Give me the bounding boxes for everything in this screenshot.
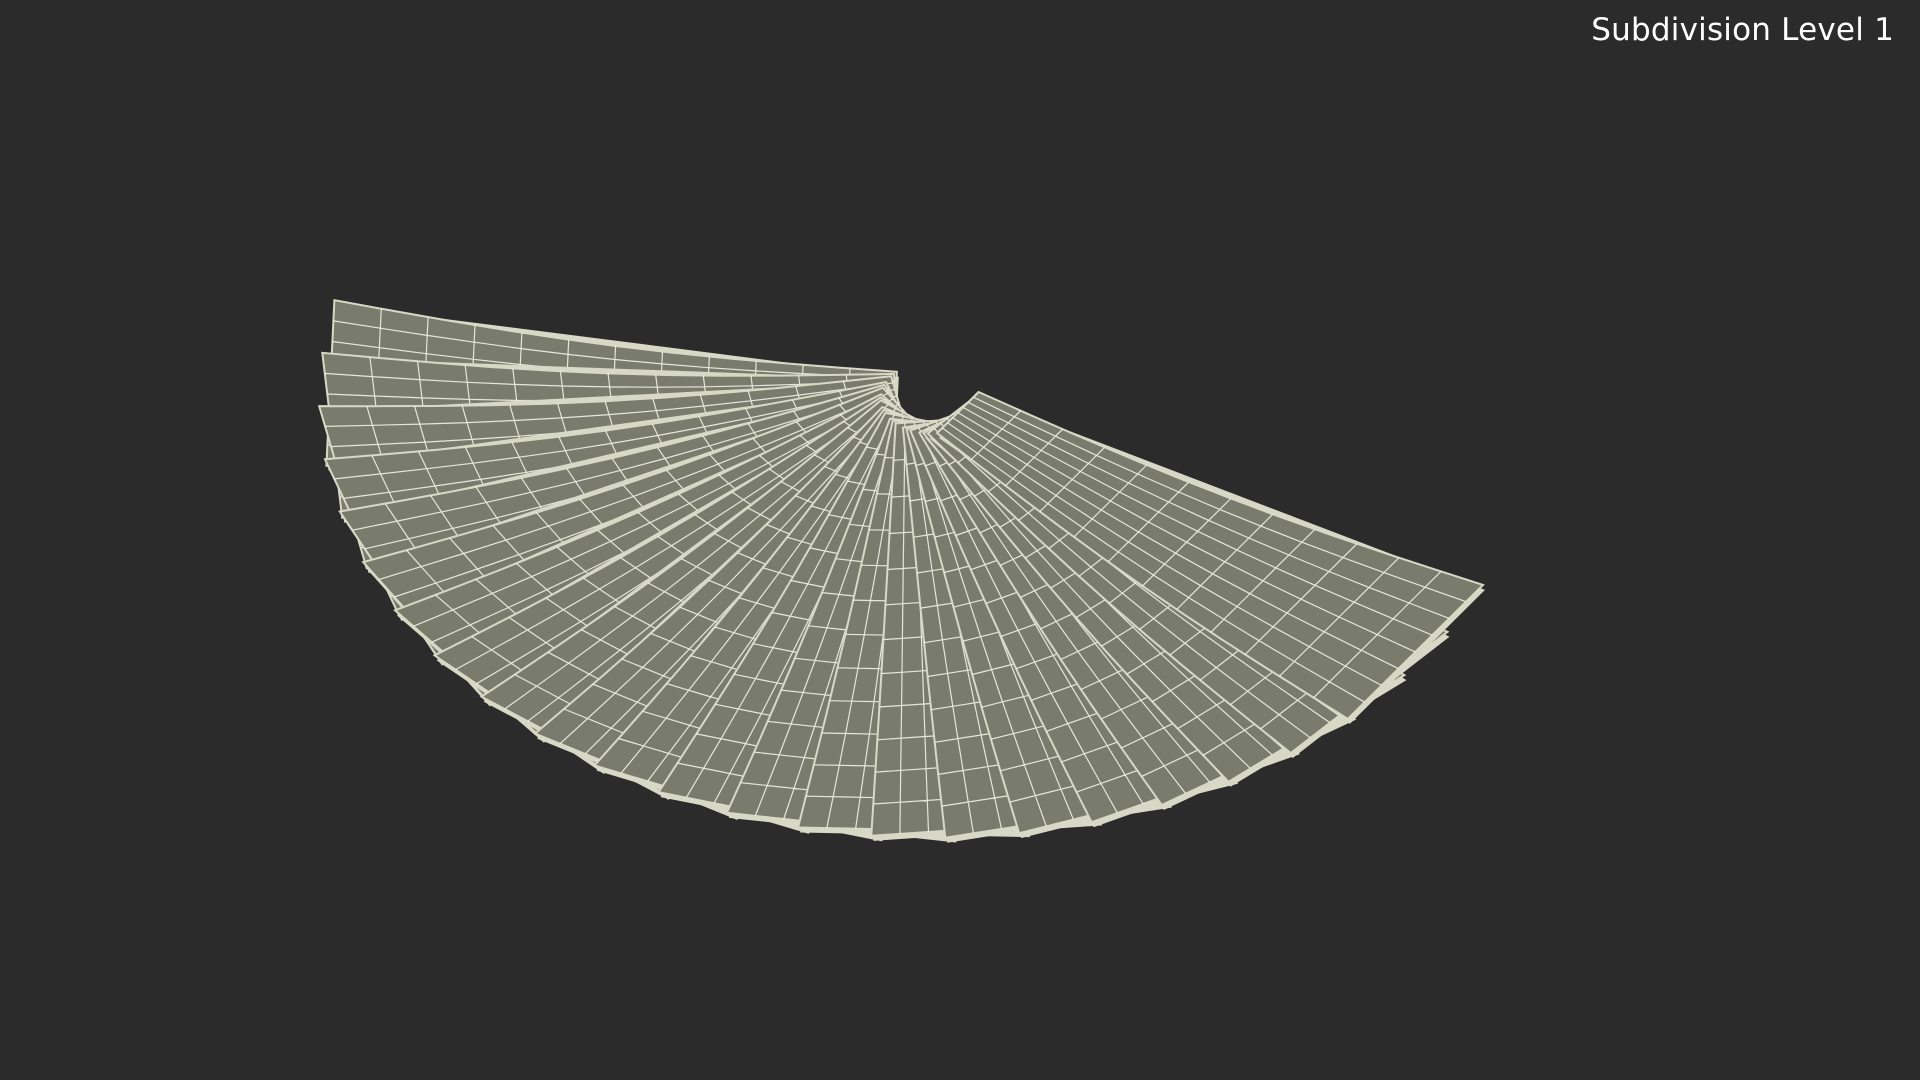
3d-viewport[interactable]: Subdivision Level 1 bbox=[0, 0, 1920, 1080]
subdivision-level-label: Subdivision Level 1 bbox=[1591, 12, 1894, 48]
wireframe-scene bbox=[317, 299, 1486, 843]
